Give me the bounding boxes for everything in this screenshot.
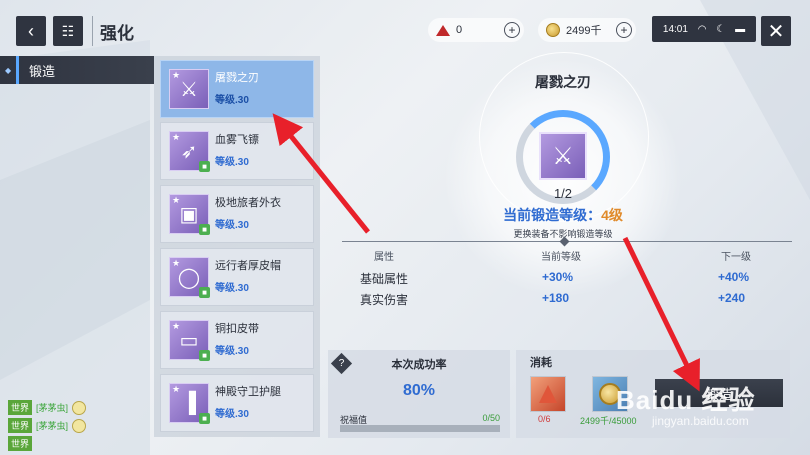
success-rate-panel: ? 本次成功率 80% 祝福值 0/50 <box>328 350 510 438</box>
stat-next: +240 <box>718 291 746 305</box>
equipment-level: 等级.30 <box>215 283 249 294</box>
forge-progress-text: 1/2 <box>553 186 573 201</box>
equipment-name: 屠戮之刃 <box>215 72 259 84</box>
belt-icon: ★ ▭ ■ <box>169 320 210 361</box>
stat-header-next: 下一级 <box>721 252 751 263</box>
crystal-value: 0 <box>456 24 463 36</box>
avatar <box>72 418 87 433</box>
equipment-level: 等级.30 <box>215 220 249 231</box>
equipment-name: 血雾飞镖 <box>215 134 259 146</box>
coat-icon: ★ ▣ ■ <box>169 194 210 235</box>
equipment-item[interactable]: ★ ⚔ 屠戮之刃 等级.30 <box>160 60 314 118</box>
chat-line: 世界 [茅茅虫] <box>8 417 158 434</box>
grid-menu-icon: ☷ <box>61 22 75 39</box>
battery-icon: ▬ <box>735 23 746 35</box>
lock-icon: ■ <box>199 350 210 361</box>
chat-channel: 世界 <box>8 400 33 415</box>
clock-time: 14:01 <box>662 23 688 35</box>
chat-channel: 世界 <box>8 436 33 451</box>
stat-row: 真实伤害 +180 +240 <box>342 291 792 311</box>
leggings-icon: ★ ▐ ■ <box>169 383 210 424</box>
equipment-list: ★ ⚔ 屠戮之刃 等级.30 ★ ➶ ■ 血雾飞镖 等级.30 ★ ▣ ■ 极地旅者外衣 … <box>154 56 320 437</box>
equipment-name: 铜扣皮带 <box>215 323 259 335</box>
success-rate-label: 本次成功率 <box>391 359 447 371</box>
equipment-name: 神殿守卫护腿 <box>215 386 281 398</box>
moon-icon: ☾ <box>716 23 726 35</box>
lock-icon: ■ <box>199 287 210 298</box>
chat-channel: 世界 <box>8 418 33 433</box>
chat-feed[interactable]: 世界 [茅茅虫] 世界 [茅茅虫] 世界 <box>8 399 158 453</box>
lock-icon: ■ <box>199 224 210 235</box>
wifi-icon: ◠ <box>697 23 707 35</box>
top-bar: ‹ ☷ 强化 0 + 2499千 + 14:01 ◠ ☾ ▬ ✕ <box>0 0 810 58</box>
equipment-name: 远行者厚皮帽 <box>215 260 281 272</box>
back-arrow-icon: ‹ <box>28 20 34 41</box>
avatar <box>72 400 87 415</box>
watermark-url: jingyan.baidu.com <box>652 414 749 428</box>
stat-current: +180 <box>542 291 570 305</box>
stat-row: 基础属性 +30% +40% <box>342 270 792 290</box>
equipment-level: 等级.30 <box>215 346 249 357</box>
crystal-resource: 0 + <box>428 18 524 42</box>
crossed-blades-icon: ⚔ <box>539 132 587 180</box>
red-crystal-icon <box>539 385 557 403</box>
cost-title: 消耗 <box>530 357 552 369</box>
stats-divider <box>342 236 792 247</box>
stat-name: 真实伤害 <box>360 293 409 307</box>
blessing-value: 0/50 <box>482 413 500 423</box>
stat-header-current: 当前等级 <box>541 252 581 263</box>
chat-line: 世界 <box>8 435 158 452</box>
forge-level-label: 当前锻造等级： <box>503 207 602 223</box>
side-nav-forge[interactable]: ◆ 锻造 <box>0 56 154 84</box>
cost-crystal-amount: 0/6 <box>538 414 551 424</box>
equipment-item[interactable]: ★ ➶ ■ 血雾飞镖 等级.30 <box>160 122 314 180</box>
chat-name: [茅茅虫] <box>36 403 69 413</box>
stat-current: +30% <box>542 270 574 284</box>
watermark-brand: Baidu 经验 <box>616 385 756 415</box>
success-rate-value: 80% <box>402 382 436 399</box>
cost-crystal-slot[interactable] <box>530 376 566 412</box>
equipment-item[interactable]: ★ ◯ ■ 远行者厚皮帽 等级.30 <box>160 248 314 306</box>
equipment-level: 等级.30 <box>215 409 249 420</box>
stat-next: +40% <box>718 270 750 284</box>
selected-equipment-name: 屠戮之刃 <box>535 74 591 90</box>
crossed-blades-icon: ★ ⚔ <box>169 69 209 109</box>
coin-value: 2499千 <box>566 25 602 37</box>
add-coin-button[interactable]: + <box>616 22 632 38</box>
hat-icon: ★ ◯ ■ <box>169 257 210 298</box>
gold-coin-icon <box>546 23 560 37</box>
dart-icon: ★ ➶ ■ <box>169 131 210 172</box>
red-crystal-icon <box>436 24 450 36</box>
lock-icon: ■ <box>199 161 210 172</box>
status-bar: 14:01 ◠ ☾ ▬ <box>652 16 756 42</box>
chat-name: [茅茅虫] <box>36 421 69 431</box>
equipment-item[interactable]: ★ ▭ ■ 铜扣皮带 等级.30 <box>160 311 314 369</box>
blessing-bar <box>340 425 500 432</box>
close-icon: ✕ <box>767 20 785 43</box>
coin-resource: 2499千 + <box>538 18 636 42</box>
forge-level: 当前锻造等级：4级 <box>470 205 656 225</box>
equipment-level: 等级.30 <box>215 157 249 168</box>
lock-icon: ■ <box>199 413 210 424</box>
forge-level-value: 4级 <box>601 207 623 223</box>
stat-name: 基础属性 <box>360 272 409 286</box>
back-button[interactable]: ‹ <box>16 16 46 46</box>
equipment-name: 极地旅者外衣 <box>215 197 281 209</box>
close-button[interactable]: ✕ <box>761 16 791 46</box>
equipment-item[interactable]: ★ ▐ ■ 神殿守卫护腿 等级.30 <box>160 374 314 432</box>
equipment-level: 等级.30 <box>215 95 249 106</box>
add-crystal-button[interactable]: + <box>504 22 520 38</box>
chat-line: 世界 [茅茅虫] <box>8 399 158 416</box>
equipment-item[interactable]: ★ ▣ ■ 极地旅者外衣 等级.30 <box>160 185 314 243</box>
active-marker <box>16 56 19 84</box>
menu-button[interactable]: ☷ <box>53 16 83 46</box>
page-title: 强化 <box>100 24 134 43</box>
title-separator <box>92 16 93 46</box>
diamond-marker-icon: ◆ <box>5 65 12 75</box>
stat-header-attribute: 属性 <box>374 252 394 263</box>
side-nav-label: 锻造 <box>29 63 56 79</box>
